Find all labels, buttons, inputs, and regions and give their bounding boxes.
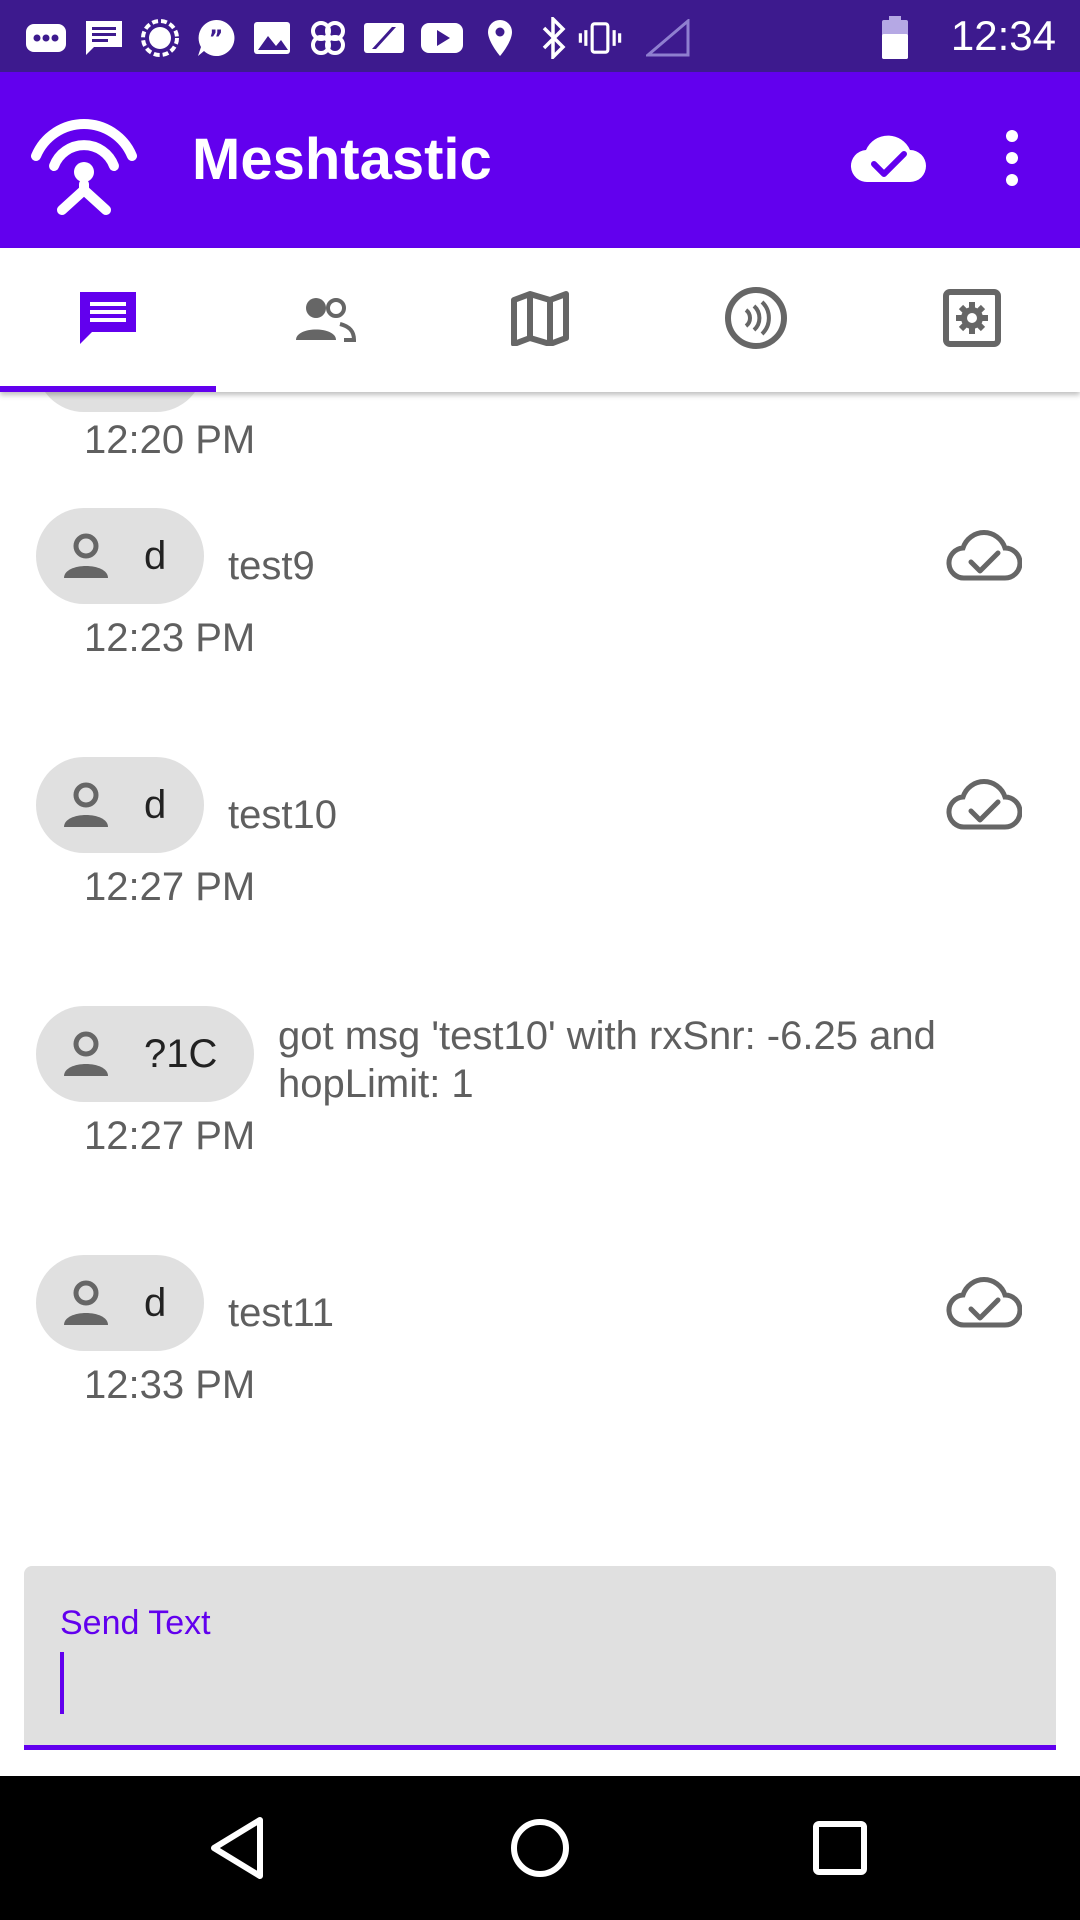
cloud-check-icon	[946, 526, 1023, 586]
cloud-check-icon	[946, 392, 1022, 396]
message-time: 12:27 PM	[84, 1114, 256, 1158]
navigation-bar	[0, 1776, 1080, 1920]
sender-name: d	[144, 534, 167, 578]
pinwheel-icon	[306, 18, 350, 58]
location-icon	[478, 18, 522, 58]
app-title: Meshtastic	[192, 127, 492, 192]
send-text-input[interactable]	[68, 1656, 1032, 1714]
recents-icon[interactable]	[800, 1808, 880, 1888]
sender-name: ?1C	[144, 1032, 218, 1076]
tab-users[interactable]	[216, 248, 432, 392]
send-text-label: Send Text	[60, 1604, 211, 1642]
message-item[interactable]: d test10 12:27 PM	[0, 741, 1080, 971]
text-cursor	[60, 1652, 64, 1714]
sender-chip[interactable]: ?1C	[36, 1006, 254, 1102]
tab-settings[interactable]	[864, 248, 1080, 392]
tab-messages[interactable]	[0, 248, 216, 392]
message-time: 12:20 PM	[84, 418, 256, 462]
person-icon	[58, 1026, 114, 1082]
status-bar: ” 12:34	[0, 0, 1080, 72]
cloud-check-icon[interactable]	[848, 128, 928, 192]
sender-name: d	[144, 392, 166, 412]
chat-icon	[82, 18, 126, 58]
tab-channel[interactable]	[648, 248, 864, 392]
nfc-icon	[724, 286, 788, 355]
signal-app-icon	[138, 18, 182, 58]
cloud-check-icon	[946, 775, 1023, 835]
sender-name: d	[144, 1281, 167, 1325]
sender-name: d	[144, 783, 167, 827]
message-text: got msg 'test10' with rxSnr: -6.25 and h…	[278, 1014, 936, 1106]
back-icon[interactable]	[200, 1808, 280, 1888]
vibrate-icon	[578, 18, 622, 58]
message-time: 12:23 PM	[84, 616, 256, 660]
settings-icon	[942, 288, 1002, 353]
message-time: 12:27 PM	[84, 865, 256, 909]
message-list[interactable]: d trst8 12:20 PM d test9 12:23 PM d test…	[0, 392, 1080, 1564]
sender-chip[interactable]: d	[36, 757, 204, 853]
youtube-icon	[420, 18, 464, 58]
more-vert-icon[interactable]	[988, 126, 1036, 194]
message-item[interactable]: d test11 12:33 PM	[0, 1239, 1080, 1469]
messages-icon	[24, 18, 68, 58]
bluetooth-icon	[532, 17, 576, 59]
person-icon	[58, 777, 114, 833]
message-text: test11	[228, 1291, 334, 1335]
field-underline	[24, 1745, 1056, 1750]
svg-text:”: ”	[209, 27, 223, 52]
message-item[interactable]: d test9 12:23 PM	[0, 492, 1080, 722]
message-time: 12:33 PM	[84, 1363, 256, 1407]
message-item[interactable]: ?1C got msg 'test10' with rxSnr: -6.25 a…	[0, 990, 1080, 1220]
tab-bar	[0, 248, 1080, 392]
message-item[interactable]: d trst8 12:20 PM	[0, 392, 1080, 494]
home-icon[interactable]	[500, 1808, 580, 1888]
sender-chip[interactable]: d	[36, 392, 204, 412]
antenna-icon	[28, 108, 140, 216]
map-icon	[510, 290, 570, 351]
quote-icon: ”	[194, 18, 238, 58]
send-text-field[interactable]: Send Text	[24, 1566, 1056, 1750]
cell-signal-icon	[640, 18, 696, 58]
photos-icon	[250, 18, 294, 58]
status-bar-clock: 12:34	[950, 12, 1056, 59]
tab-indicator	[0, 386, 216, 392]
cloud-check-icon	[946, 1273, 1023, 1333]
message-text: test9	[228, 544, 315, 588]
people-icon	[292, 294, 357, 347]
person-icon	[58, 1275, 114, 1331]
chat-icon	[76, 288, 140, 353]
storage-icon	[362, 18, 406, 58]
sender-chip[interactable]: d	[36, 1255, 204, 1351]
tab-map[interactable]	[432, 248, 648, 392]
app-bar: Meshtastic	[0, 72, 1080, 248]
battery-icon	[880, 16, 910, 59]
sender-chip[interactable]: d	[36, 508, 204, 604]
person-icon	[58, 528, 114, 584]
message-text: test10	[228, 793, 337, 837]
